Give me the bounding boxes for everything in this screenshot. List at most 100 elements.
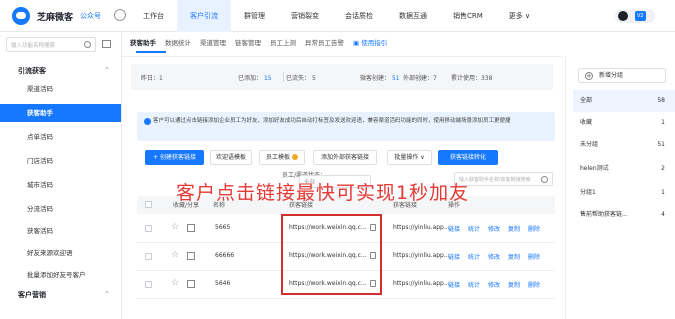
row-action-delete[interactable]: 删除 [528, 280, 540, 289]
row-action-stats[interactable]: 统计 [468, 224, 480, 233]
tab-abnormal-staff-alert[interactable]: 异常员工告警 [305, 36, 344, 50]
tab-data-statistics[interactable]: 数据统计 [165, 36, 191, 50]
row-action-copy[interactable]: 复制 [508, 252, 520, 261]
batch-operation-dropdown[interactable]: 批量操作 ∨ [387, 150, 432, 165]
main-nav: 工作台 客户引流 群管理 营销裂变 会话质检 数据互通 销售CRM 更多 ∨ [130, 0, 543, 32]
collapse-sidebar-icon[interactable] [102, 40, 111, 48]
row-action-stats[interactable]: 统计 [468, 252, 480, 261]
stat-created: 微客创建： 51 [360, 73, 400, 82]
group-count: 58 [657, 97, 665, 104]
group-panel: + 新增分组 全部 58 收藏 1 未分组 51 helen测试 2 分组1 1… [565, 56, 675, 319]
group-item-all[interactable]: 全部 58 [573, 90, 675, 112]
sidebar-group-acquisition[interactable]: 引流获客 ⌃ [6, 66, 110, 76]
sidebar-item-acquisition-assistant[interactable]: 获客助手 [0, 104, 121, 122]
tab-staff-limit[interactable]: 员工上测 [270, 36, 296, 50]
sidebar-group-marketing[interactable]: 客户营销 ⌃ [6, 290, 110, 300]
row-link2: https://yinliu.app... [393, 224, 450, 231]
group-item-ungrouped[interactable]: 未分组 51 [573, 134, 675, 156]
share-icon[interactable] [187, 252, 195, 260]
sidebar-item-batch-add-friends[interactable]: 批量添加好友号客户 [0, 266, 121, 284]
group-label: helen测试 [580, 165, 609, 172]
row-action-stats[interactable]: 统计 [468, 280, 480, 289]
group-item-group1[interactable]: 分组1 1 [573, 182, 675, 204]
row-link2: https://yinliu.app... [393, 280, 450, 287]
stat-total: 累计使用：338 [451, 75, 493, 82]
sidebar-search-placeholder: 输入功能名称搜索 [11, 43, 56, 49]
row-action-link[interactable]: 链接 [448, 252, 460, 261]
stat-lost-label: 已流失： [286, 75, 311, 82]
sidebar-item-channel-qrcode[interactable]: 渠道活码 [0, 80, 121, 98]
row-action-edit[interactable]: 修改 [488, 224, 500, 233]
star-icon[interactable]: ☆ [171, 278, 179, 288]
row-name: 66666 [215, 252, 235, 259]
sidebar-item-order-qrcode[interactable]: 点单活码 [0, 128, 121, 146]
group-label: 未分组 [580, 141, 599, 148]
nav-tab-session-inspection[interactable]: 会话质检 [332, 0, 386, 32]
sidebar-group-label: 客户营销 [18, 291, 46, 299]
version-badge: V2 [635, 11, 646, 21]
account-switch-link[interactable]: 公众号 [80, 11, 101, 21]
group-label: 分组1 [580, 189, 596, 196]
notice-text: 客户可以通过点击链接添加企业员工为好友，添加好友成功后自动打标签及发送欢迎语，兼… [153, 118, 511, 124]
nav-tab-sales-crm[interactable]: 销售CRM [440, 0, 496, 32]
row-action-link[interactable]: 链接 [448, 224, 460, 233]
row-action-edit[interactable]: 修改 [488, 280, 500, 289]
row-checkbox[interactable] [145, 253, 152, 260]
star-icon[interactable]: ☆ [171, 250, 179, 260]
nav-tab-workbench[interactable]: 工作台 [130, 0, 177, 32]
link-search-placeholder: 输入获客助手名称/获客链接搜索 [459, 177, 531, 183]
nav-tab-marketing-fission[interactable]: 营销裂变 [278, 0, 332, 32]
active-tab-underline [136, 51, 166, 53]
tab-link-management[interactable]: 链客管理 [235, 36, 261, 50]
search-icon [541, 176, 548, 183]
group-count: 2 [661, 165, 665, 172]
sidebar-item-city-qrcode[interactable]: 城市活码 [0, 176, 121, 194]
add-group-button[interactable]: + 新增分组 [578, 68, 666, 83]
group-item-presales[interactable]: 售前帮助获客链... 4 [573, 204, 675, 226]
top-navigation-bar: 芝麻微客 公众号 工作台 客户引流 群管理 营销裂变 会话质检 数据互通 销售C… [0, 0, 675, 32]
sidebar: 输入功能名称搜索 引流获客 ⌃ 渠道活码 获客助手 点单活码 门店活码 城市活码… [0, 32, 122, 319]
row-checkbox[interactable] [145, 281, 152, 288]
help-guide-link[interactable]: ▣ 使用指引 [353, 36, 387, 50]
share-icon[interactable] [187, 280, 195, 288]
divider [122, 56, 562, 57]
row-action-link[interactable]: 链接 [448, 280, 460, 289]
user-account-chip[interactable]: V2 [615, 9, 655, 23]
row-action-copy[interactable]: 复制 [508, 224, 520, 233]
select-all-checkbox[interactable] [145, 201, 152, 208]
group-label: 售前帮助获客链... [580, 211, 628, 218]
star-icon[interactable]: ☆ [171, 222, 179, 232]
plus-icon: + [585, 72, 593, 80]
create-link-button[interactable]: + 创建获客链接 [145, 150, 204, 165]
staff-template-label: 员工模板 [265, 154, 290, 161]
link-conversion-button[interactable]: 获客链接转化 [438, 150, 498, 165]
nav-tab-data-interop[interactable]: 数据互通 [386, 0, 440, 32]
row-checkbox[interactable] [145, 225, 152, 232]
tab-channel-management[interactable]: 渠道管理 [200, 36, 226, 50]
promo-caption: 客户点击链接最快可实现1秒加友 [176, 182, 470, 204]
nav-tab-group-management[interactable]: 群管理 [231, 0, 278, 32]
sidebar-item-welcome-message[interactable]: 好友来源欢迎语 [0, 244, 121, 262]
share-icon[interactable] [187, 224, 195, 232]
group-item-favorites[interactable]: 收藏 1 [573, 112, 675, 134]
group-item-helen-test[interactable]: helen测试 2 [573, 158, 675, 180]
refresh-icon[interactable] [114, 9, 126, 21]
add-external-link-button[interactable]: 添加外部获客链接 [313, 150, 377, 165]
row-action-copy[interactable]: 复制 [508, 280, 520, 289]
nav-tab-customer-acquisition[interactable]: 客户引流 [177, 0, 231, 32]
welcome-template-button[interactable]: 欢迎语模板 [210, 150, 252, 165]
sidebar-item-store-qrcode[interactable]: 门店活码 [0, 152, 121, 170]
sidebar-search-input[interactable]: 输入功能名称搜索 [6, 37, 96, 52]
stat-yesterday: 昨日：1 [141, 75, 163, 82]
sidebar-item-split-qrcode[interactable]: 分流活码 [0, 200, 121, 218]
brand-logo-icon[interactable] [12, 7, 30, 25]
tab-acquisition-assistant[interactable]: 获客助手 [130, 36, 156, 50]
staff-template-button[interactable]: 员工模板 [259, 150, 305, 165]
group-count: 4 [661, 211, 665, 218]
row-link2: https://yinliu.app... [393, 252, 450, 259]
sidebar-item-acquisition-qrcode[interactable]: 获客活码 [0, 222, 121, 240]
row-action-delete[interactable]: 删除 [528, 252, 540, 261]
row-action-edit[interactable]: 修改 [488, 252, 500, 261]
nav-tab-more[interactable]: 更多 ∨ [496, 0, 543, 32]
row-action-delete[interactable]: 删除 [528, 224, 540, 233]
